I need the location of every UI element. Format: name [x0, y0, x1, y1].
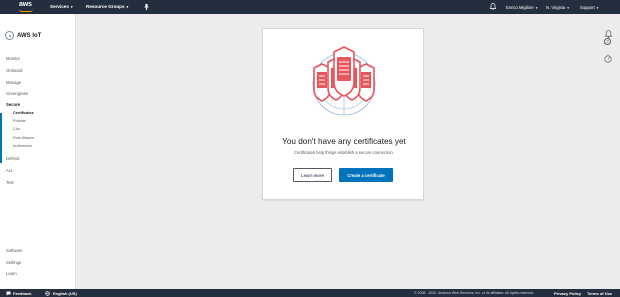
user-name: Enrico Migliore — [506, 4, 534, 10]
sidebar-item-manage[interactable]: Manage — [6, 80, 21, 85]
pin-icon[interactable] — [144, 3, 149, 11]
sidebar-item-test[interactable]: Test — [6, 180, 14, 185]
sidebar-item-monitor[interactable]: Monitor — [6, 56, 20, 61]
globe-icon — [45, 290, 50, 297]
service-brand[interactable]: AWS IoT — [5, 31, 41, 40]
sidebar-item-certificates[interactable]: Certificates — [13, 111, 34, 115]
iot-icon — [5, 31, 14, 40]
sidebar-item-policies[interactable]: Policies — [13, 119, 26, 123]
sidebar-item-authorizers[interactable]: Authorizers — [13, 144, 32, 148]
help-icon[interactable]: ? — [604, 38, 611, 45]
sidebar-item-secure[interactable]: Secure — [6, 102, 20, 107]
sidebar-item-defend[interactable]: Defend — [6, 156, 20, 161]
language-selector[interactable]: English (US) — [53, 291, 77, 296]
service-title: AWS IoT — [17, 32, 42, 39]
empty-state-card: You don't have any certificates yet Cert… — [262, 28, 424, 200]
chevron-down-icon: ▾ — [126, 5, 129, 9]
aws-logo[interactable]: aws — [17, 1, 37, 13]
services-label: Services — [50, 4, 69, 9]
empty-state-headline: You don't have any certificates yet — [282, 137, 406, 146]
resource-groups-menu[interactable]: Resource Groups ▾ — [86, 4, 128, 9]
privacy-policy-link[interactable]: Privacy Policy — [554, 291, 581, 296]
sidebar-item-cas[interactable]: CAs — [13, 127, 20, 131]
active-section-indicator — [0, 113, 2, 163]
sidebar-item-learn[interactable]: Learn — [6, 271, 17, 276]
sidebar-item-greengrass[interactable]: Greengrass — [6, 91, 28, 96]
aws-smile-icon — [19, 9, 33, 12]
learn-more-button[interactable]: Learn more — [293, 168, 332, 182]
aws-logo-text: aws — [19, 1, 32, 8]
region-label: N. Virginia — [546, 4, 566, 10]
chevron-down-icon: ▾ — [567, 5, 570, 10]
feedback-icon[interactable] — [6, 291, 11, 297]
copyright-text: © 2008 - 2020, Amazon Web Services, Inc.… — [414, 291, 534, 296]
chevron-down-icon: ▾ — [596, 5, 599, 10]
sidebar-item-settings[interactable]: Settings — [6, 260, 21, 265]
certificate-shields-illustration — [306, 44, 382, 120]
sidebar-item-software[interactable]: Software — [6, 248, 23, 253]
terms-of-use-link[interactable]: Terms of Use — [587, 291, 612, 296]
chevron-down-icon: ▾ — [535, 5, 538, 10]
sidebar: AWS IoT Monitor Onboard Manage Greengras… — [0, 14, 76, 289]
create-certificate-button[interactable]: Create a certificate — [339, 168, 393, 182]
bell-icon[interactable] — [489, 3, 497, 11]
chevron-down-icon: ▾ — [70, 5, 73, 9]
support-label: Support — [580, 4, 595, 10]
sidebar-item-onboard[interactable]: Onboard — [6, 68, 22, 73]
resource-groups-label: Resource Groups — [86, 4, 125, 9]
support-menu[interactable]: Support ▾ — [580, 5, 598, 10]
region-menu[interactable]: N. Virginia ▾ — [546, 5, 569, 10]
dashboard-icon[interactable] — [604, 50, 612, 68]
top-navigation-bar: aws Services ▾ Resource Groups ▾ Enrico Mi… — [0, 0, 620, 14]
console-footer: Feedback English (US) © 2008 - 2020, Ama… — [0, 289, 620, 297]
sidebar-item-act[interactable]: Act — [6, 168, 12, 173]
empty-state-description: Certificates help things establish a sec… — [294, 150, 394, 155]
account-menu[interactable]: Enrico Migliore ▾ — [506, 5, 537, 10]
services-menu[interactable]: Services ▾ — [50, 4, 73, 9]
sidebar-item-role-aliases[interactable]: Role Aliases — [13, 136, 34, 140]
feedback-link[interactable]: Feedback — [13, 291, 31, 296]
